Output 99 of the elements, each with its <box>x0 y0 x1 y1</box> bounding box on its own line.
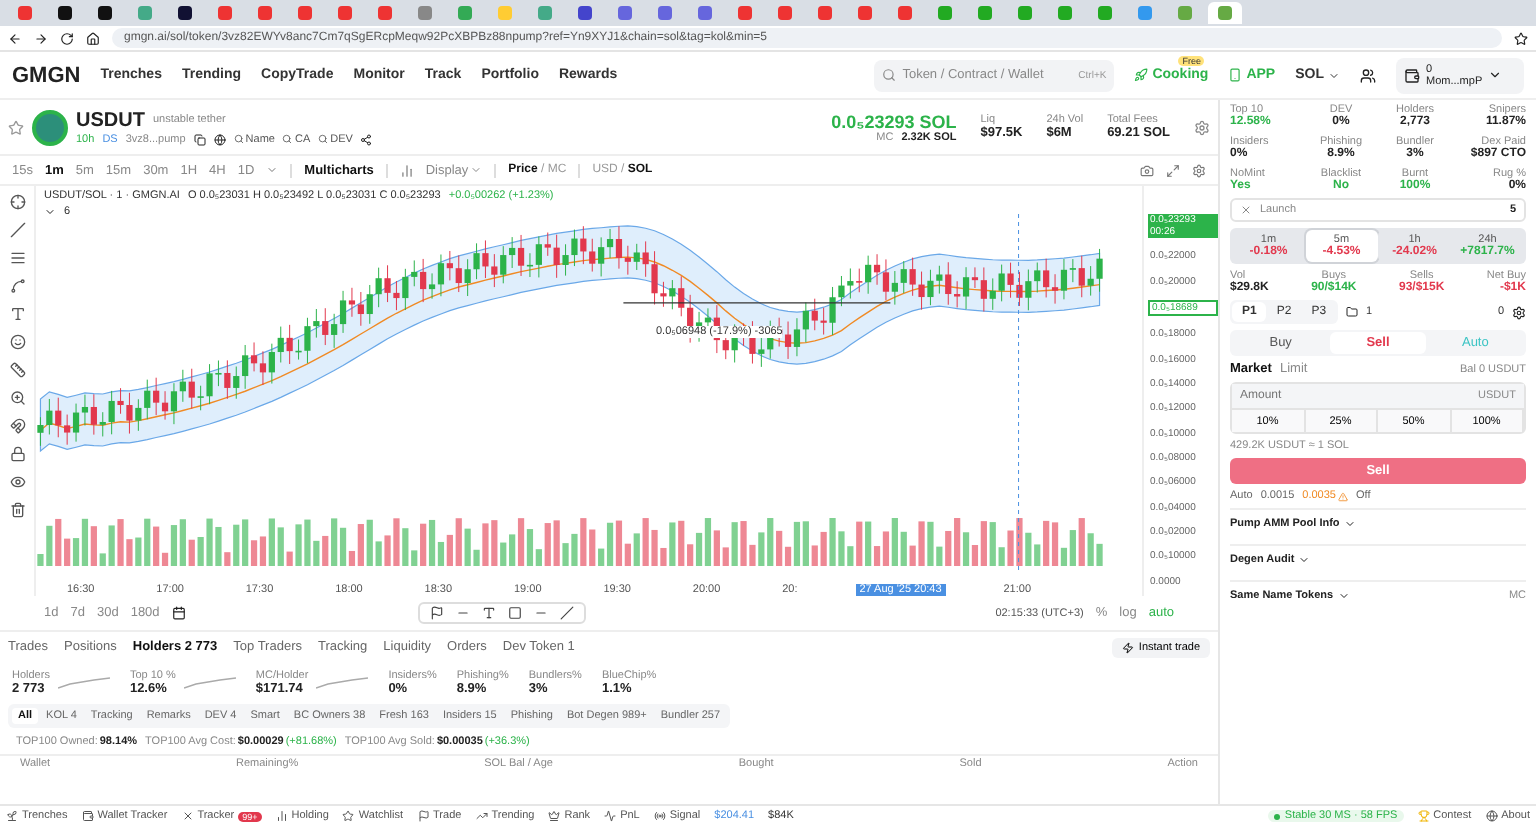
chevron-down-icon <box>1343 518 1356 530</box>
fullscreen-icon[interactable] <box>1166 163 1180 177</box>
line-icon[interactable] <box>455 606 470 620</box>
star-icon <box>342 810 355 822</box>
favicon <box>1058 6 1072 20</box>
favicon <box>138 6 152 20</box>
rocket-icon <box>1134 68 1149 82</box>
favicon <box>698 6 712 20</box>
rectangle-icon[interactable] <box>507 606 522 620</box>
token-symbol: USDUT <box>76 109 145 131</box>
status-dot <box>1274 813 1281 819</box>
search-icon <box>282 134 293 144</box>
forward-icon[interactable] <box>34 31 48 45</box>
text-icon[interactable] <box>481 606 496 620</box>
favicon <box>98 6 112 20</box>
lock-icon[interactable] <box>9 446 25 462</box>
text-icon[interactable] <box>9 306 25 322</box>
line-tool-icon[interactable] <box>9 222 25 238</box>
camera-icon[interactable] <box>1140 163 1154 177</box>
zoom-icon[interactable] <box>9 390 25 406</box>
favicon <box>738 6 752 20</box>
ruler-icon[interactable] <box>9 362 25 378</box>
flag-icon <box>417 810 430 822</box>
trend-icon <box>475 810 488 822</box>
token-price: 0.0₅23293 SOL <box>831 111 957 131</box>
lightning-icon <box>1122 641 1135 653</box>
favicon <box>898 6 912 20</box>
crosshair-icon[interactable] <box>9 194 25 210</box>
emoji-icon[interactable] <box>9 334 25 350</box>
favicon <box>378 6 392 20</box>
favicon <box>418 6 432 20</box>
settings-icon[interactable] <box>1512 305 1526 319</box>
favicon <box>538 6 552 20</box>
curve-icon[interactable] <box>9 278 25 294</box>
share-icon[interactable] <box>360 133 373 145</box>
favicon <box>1178 6 1192 20</box>
favicon <box>1138 6 1152 20</box>
x-icon <box>181 810 194 822</box>
wallet-icon <box>81 810 94 822</box>
wallet-icon <box>1404 67 1420 83</box>
radio-icon <box>653 810 666 822</box>
search-icon <box>233 134 244 144</box>
chevron-down-icon <box>1328 69 1340 81</box>
favicon <box>938 6 952 20</box>
phone-icon <box>1228 68 1243 82</box>
favicon <box>658 6 672 20</box>
favicon <box>218 6 232 20</box>
favorite-icon[interactable] <box>8 119 24 135</box>
crown-icon <box>548 810 561 822</box>
favicon <box>978 6 992 20</box>
lines-icon[interactable] <box>9 250 25 266</box>
line-icon[interactable] <box>533 606 548 620</box>
favicon <box>18 6 32 20</box>
trash-icon[interactable] <box>9 502 25 518</box>
back-icon[interactable] <box>8 31 22 45</box>
trophy-icon <box>1417 810 1430 822</box>
favicon <box>498 6 512 20</box>
pulse-icon <box>604 810 617 822</box>
globe-icon[interactable] <box>213 133 226 145</box>
sprout-icon <box>6 810 18 822</box>
diagonal-line-icon[interactable] <box>559 606 574 620</box>
copy-icon[interactable] <box>193 133 206 145</box>
chevron-down-icon <box>1298 554 1311 566</box>
favicon <box>818 6 832 20</box>
token-avatar <box>32 109 68 145</box>
chevron-down-icon <box>1337 590 1350 602</box>
globe-icon <box>1485 810 1498 822</box>
favicon <box>178 6 192 20</box>
logo[interactable]: GMGN <box>12 63 81 87</box>
collapse-icon[interactable] <box>44 206 56 218</box>
search-icon <box>882 68 897 82</box>
bar-chart-icon <box>275 810 288 822</box>
favicon <box>1098 6 1112 20</box>
favicon <box>618 6 632 20</box>
x-icon <box>1240 204 1252 216</box>
calendar-icon[interactable] <box>171 606 186 620</box>
favicon <box>258 6 272 20</box>
bookmark-icon[interactable] <box>1514 31 1528 45</box>
users-icon[interactable] <box>1360 67 1376 83</box>
flag-icon[interactable] <box>429 606 444 620</box>
favicon <box>338 6 352 20</box>
favicon <box>1218 6 1232 20</box>
folder-icon[interactable] <box>1346 306 1359 318</box>
home-icon[interactable] <box>86 31 100 45</box>
favicon <box>298 6 312 20</box>
chevron-down-icon <box>1488 68 1503 82</box>
favicon <box>1018 6 1032 20</box>
eye-icon[interactable] <box>9 474 25 490</box>
reload-icon[interactable] <box>60 31 74 45</box>
chevron-down-icon <box>470 164 483 176</box>
favicon <box>778 6 792 20</box>
favicon <box>858 6 872 20</box>
magnet-icon[interactable] <box>9 418 25 434</box>
indicators-icon[interactable] <box>399 163 414 177</box>
favicon <box>58 6 72 20</box>
search-icon <box>318 134 329 144</box>
warning-icon <box>1337 491 1348 501</box>
favicon <box>458 6 472 20</box>
favicon <box>578 6 592 20</box>
